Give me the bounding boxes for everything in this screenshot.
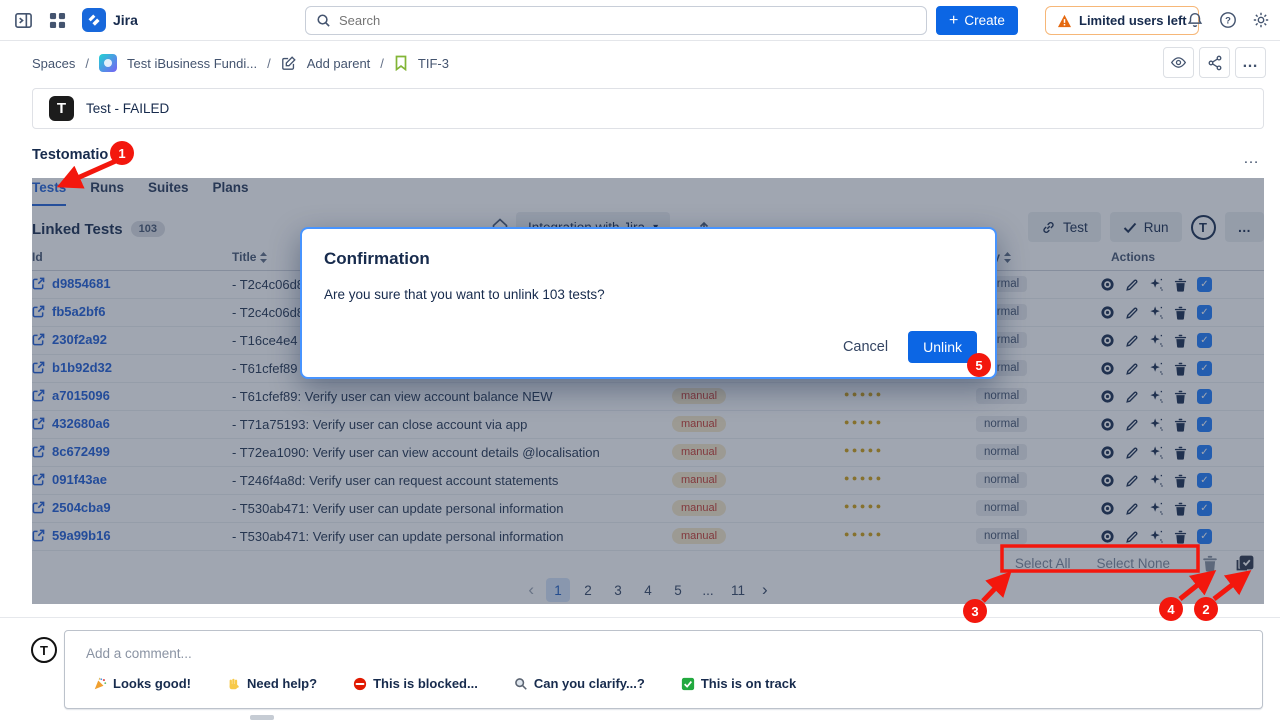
search-input[interactable] <box>339 13 916 28</box>
quick-reply-blocked[interactable]: This is blocked... <box>353 676 478 691</box>
test-status-label: Test - FAILED <box>86 101 169 116</box>
breadcrumb-project[interactable]: Test iBusiness Fundi... <box>127 56 257 71</box>
more-actions-button[interactable]: … <box>1235 47 1266 78</box>
product-name: Jira <box>113 12 138 28</box>
project-avatar-icon <box>99 54 117 72</box>
search-icon <box>316 13 331 28</box>
watch-eye-button[interactable] <box>1163 47 1194 78</box>
app-switcher-icon[interactable] <box>49 12 66 29</box>
svg-text:4: 4 <box>1167 602 1175 617</box>
modal-title: Confirmation <box>324 249 430 269</box>
share-button[interactable] <box>1199 47 1230 78</box>
edit-parent-icon <box>281 55 297 71</box>
modal-message: Are you sure that you want to unlink 103… <box>324 287 605 302</box>
confirmation-modal: Confirmation Are you sure that you want … <box>300 227 997 379</box>
testomatio-widget: TestsRunsSuitesPlans Linked Tests 103 In… <box>32 178 1264 604</box>
quick-reply-need-help[interactable]: Need help? <box>227 676 317 691</box>
no-entry-icon <box>353 677 367 691</box>
top-bar: Jira + Create Limited users left ? <box>0 0 1280 41</box>
create-button[interactable]: + Create <box>936 6 1018 35</box>
test-status-card[interactable]: T Test - FAILED <box>32 88 1264 129</box>
help-icon[interactable]: ? <box>1219 11 1237 29</box>
check-green-icon <box>681 677 695 691</box>
party-popper-icon <box>93 677 107 691</box>
svg-text:2: 2 <box>1202 602 1209 617</box>
breadcrumb: Spaces / Test iBusiness Fundi... / Add p… <box>32 48 449 78</box>
waving-hand-icon <box>227 677 241 691</box>
breadcrumb-issue-key[interactable]: TIF-3 <box>418 56 449 71</box>
global-search[interactable] <box>305 6 927 35</box>
settings-gear-icon[interactable] <box>1252 11 1270 29</box>
sidebar-toggle-icon[interactable] <box>14 11 33 30</box>
quick-reply-on-track[interactable]: This is on track <box>681 676 796 691</box>
quick-reply-looks-good[interactable]: Looks good! <box>93 676 191 691</box>
quick-reply-clarify[interactable]: Can you clarify...? <box>514 676 645 691</box>
cancel-button[interactable]: Cancel <box>843 339 888 355</box>
section-divider <box>0 617 1280 618</box>
jira-logo-icon <box>82 8 106 32</box>
cropped-element <box>250 715 274 720</box>
magnifier-icon <box>514 677 528 691</box>
widget-title: Testomatio <box>32 147 108 163</box>
plus-icon: + <box>949 12 958 30</box>
notifications-bell-icon[interactable] <box>1186 11 1204 29</box>
svg-text:1: 1 <box>118 146 125 161</box>
widget-more-button[interactable]: … <box>1243 150 1260 168</box>
comment-placeholder[interactable]: Add a comment... <box>86 646 192 661</box>
comment-box[interactable]: Add a comment... Looks good! Need help? … <box>64 630 1263 709</box>
warning-triangle-icon <box>1057 14 1072 28</box>
limited-users-warning-button[interactable]: Limited users left <box>1045 6 1199 35</box>
unlink-button[interactable]: Unlink <box>908 331 977 363</box>
jira-home-link[interactable]: Jira <box>82 8 138 32</box>
bookmark-icon <box>394 55 408 71</box>
annotation-step-1: 1 <box>110 141 134 165</box>
breadcrumb-add-parent[interactable]: Add parent <box>307 56 371 71</box>
svg-text:?: ? <box>1225 16 1231 27</box>
testomatio-logo-icon: T <box>49 96 74 121</box>
breadcrumb-spaces[interactable]: Spaces <box>32 56 75 71</box>
user-avatar: T <box>31 637 57 663</box>
